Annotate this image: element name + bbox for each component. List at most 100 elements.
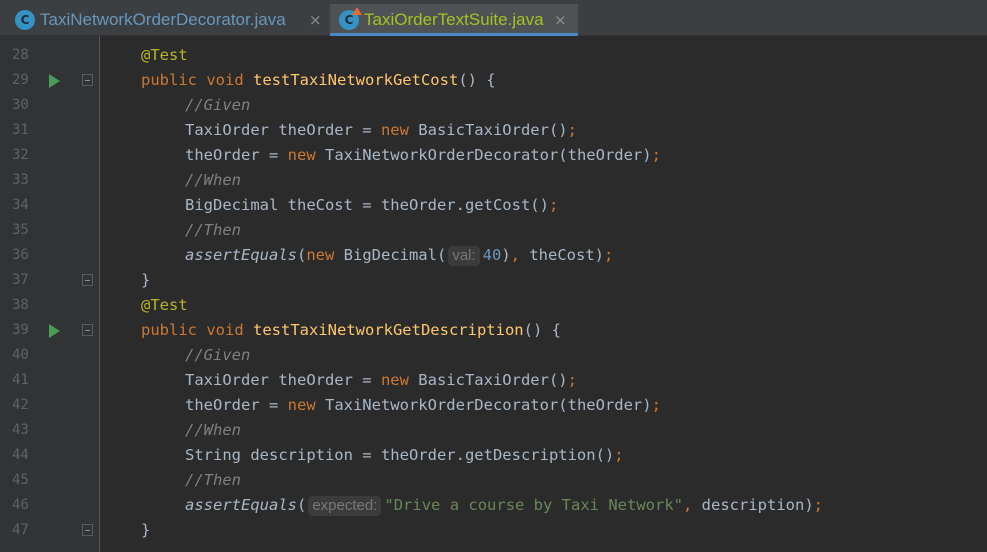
code-token: theOrder = [185,146,288,164]
tab-taxi-network-order-decorator[interactable]: C TaxiNetworkOrderDecorator.java × [6,4,328,36]
code-text: //Given [185,93,250,118]
code-line[interactable]: 42 theOrder = new TaxiNetworkOrderDecorat… [0,393,987,418]
code-token: TaxiOrder theOrder = [185,371,381,389]
code-token: new [380,371,419,389]
code-token: , [510,246,530,264]
fold-icon[interactable] [82,324,93,336]
line-number: 32 [12,147,29,163]
run-test-icon[interactable] [49,324,60,338]
code-token: ; [651,396,661,414]
code-line[interactable]: 39 public void testTaxiNetworkGetDescript… [0,318,987,343]
code-token: theOrder = [185,396,288,414]
code-token: //Then [185,221,241,239]
code-token: BigDecimal theCost = theOrder.getCost() [185,196,549,214]
code-line[interactable]: 37} [0,268,987,293]
code-text: @Test [141,293,188,318]
parameter-hint: val: [448,246,480,266]
code-line[interactable]: 28 @Test [0,43,987,68]
code-token: BigDecimal( [343,246,447,264]
code-token: testTaxiNetworkGetDescription [253,321,524,339]
code-token: assertEquals [185,246,297,264]
code-token: void [206,71,253,89]
code-line[interactable]: 33 //When [0,168,987,193]
code-token: new [287,396,325,414]
line-number: 41 [12,372,29,388]
code-line[interactable]: 43 //When [0,418,987,443]
code-line[interactable]: 45 //Then [0,468,987,493]
line-number: 39 [12,322,29,338]
code-token: ; [567,371,577,389]
code-line[interactable]: 44 String description = theOrder.getDescr… [0,443,987,468]
line-number: 29 [12,72,29,88]
code-text: theOrder = new TaxiNetworkOrderDecorator… [185,393,661,418]
code-text: @Test [141,43,188,68]
tab-taxi-order-text-suite[interactable]: C TaxiOrderTextSuite.java × [330,4,578,36]
code-token: TaxiOrder theOrder = [185,121,381,139]
java-class-icon: C [15,10,35,30]
editor-tab-bar: C TaxiNetworkOrderDecorator.java × C Tax… [0,0,987,36]
code-text: } [141,518,150,543]
fold-icon[interactable] [82,274,93,286]
code-token: //When [185,421,241,439]
code-token: } [141,271,151,289]
tab-label: TaxiNetworkOrderDecorator.java [40,10,286,29]
code-token: ; [651,146,661,164]
code-line[interactable]: 40 //Given [0,343,987,368]
code-line[interactable]: 29 public void testTaxiNetworkGetCost() { [0,68,987,93]
code-token: ) [501,246,511,264]
line-number: 37 [12,272,29,288]
java-test-class-icon: C [339,7,362,30]
fold-icon[interactable] [82,524,93,536]
code-line[interactable]: 41 TaxiOrder theOrder = new BasicTaxiOrde… [0,368,987,393]
code-token: ; [548,196,559,214]
code-token: "Drive a course by Taxi Network" [384,496,683,514]
code-line[interactable]: 47} [0,518,987,543]
code-line[interactable]: 32 theOrder = new TaxiNetworkOrderDecorat… [0,143,987,168]
line-number: 40 [12,347,29,363]
line-number: 47 [12,522,29,538]
code-line[interactable]: 38 @Test [0,293,987,318]
code-token: 40 [482,246,502,264]
line-number: 34 [12,197,29,213]
line-number: 30 [12,97,29,113]
code-token: BasicTaxiOrder() [418,121,568,139]
code-line[interactable]: 34 BigDecimal theCost = theOrder.getCost(… [0,193,987,218]
code-token: () { [523,321,561,339]
code-token: @Test [141,46,188,64]
parameter-hint: expected: [308,496,382,516]
run-test-icon[interactable] [49,74,60,88]
fold-icon[interactable] [82,74,93,86]
code-token: ; [614,446,624,464]
line-number: 35 [12,222,29,238]
code-token: public [141,321,207,339]
code-token: new [306,246,344,264]
line-number: 38 [12,297,29,313]
code-line[interactable]: 36 assertEquals(new BigDecimal(val: 40), t… [0,243,987,268]
line-number: 43 [12,422,29,438]
line-number: 33 [12,172,29,188]
test-marker-icon [352,7,362,15]
code-line[interactable]: 31 TaxiOrder theOrder = new BasicTaxiOrde… [0,118,987,143]
close-tab-icon[interactable]: × [309,4,322,36]
code-editor[interactable]: 28 @Test 29 public void testTaxiNetworkGetC… [0,36,987,552]
code-text: TaxiOrder theOrder = new BasicTaxiOrder(… [185,118,577,143]
code-token: new [287,146,325,164]
code-token: public [141,71,207,89]
tab-label: TaxiOrderTextSuite.java [364,10,544,29]
line-number: 28 [12,47,29,63]
code-token: } [141,521,151,539]
code-token: ( [296,496,307,514]
code-text: theOrder = new TaxiNetworkOrderDecorator… [185,143,661,168]
code-text: public void testTaxiNetworkGetDescriptio… [141,318,561,343]
code-token: @Test [141,296,188,314]
code-text: //Given [185,343,250,368]
code-line[interactable]: 30 //Given [0,93,987,118]
code-token: description) [701,496,814,514]
code-token: TaxiNetworkOrderDecorator(theOrder) [324,396,652,414]
code-line[interactable]: 35 //Then [0,218,987,243]
code-token: ( [296,246,307,264]
close-tab-icon[interactable]: × [554,4,567,33]
code-line[interactable]: 46 assertEquals(expected: "Drive a course … [0,493,987,518]
code-token: ; [813,496,823,514]
code-text: assertEquals(new BigDecimal(val: 40), the… [185,243,613,268]
